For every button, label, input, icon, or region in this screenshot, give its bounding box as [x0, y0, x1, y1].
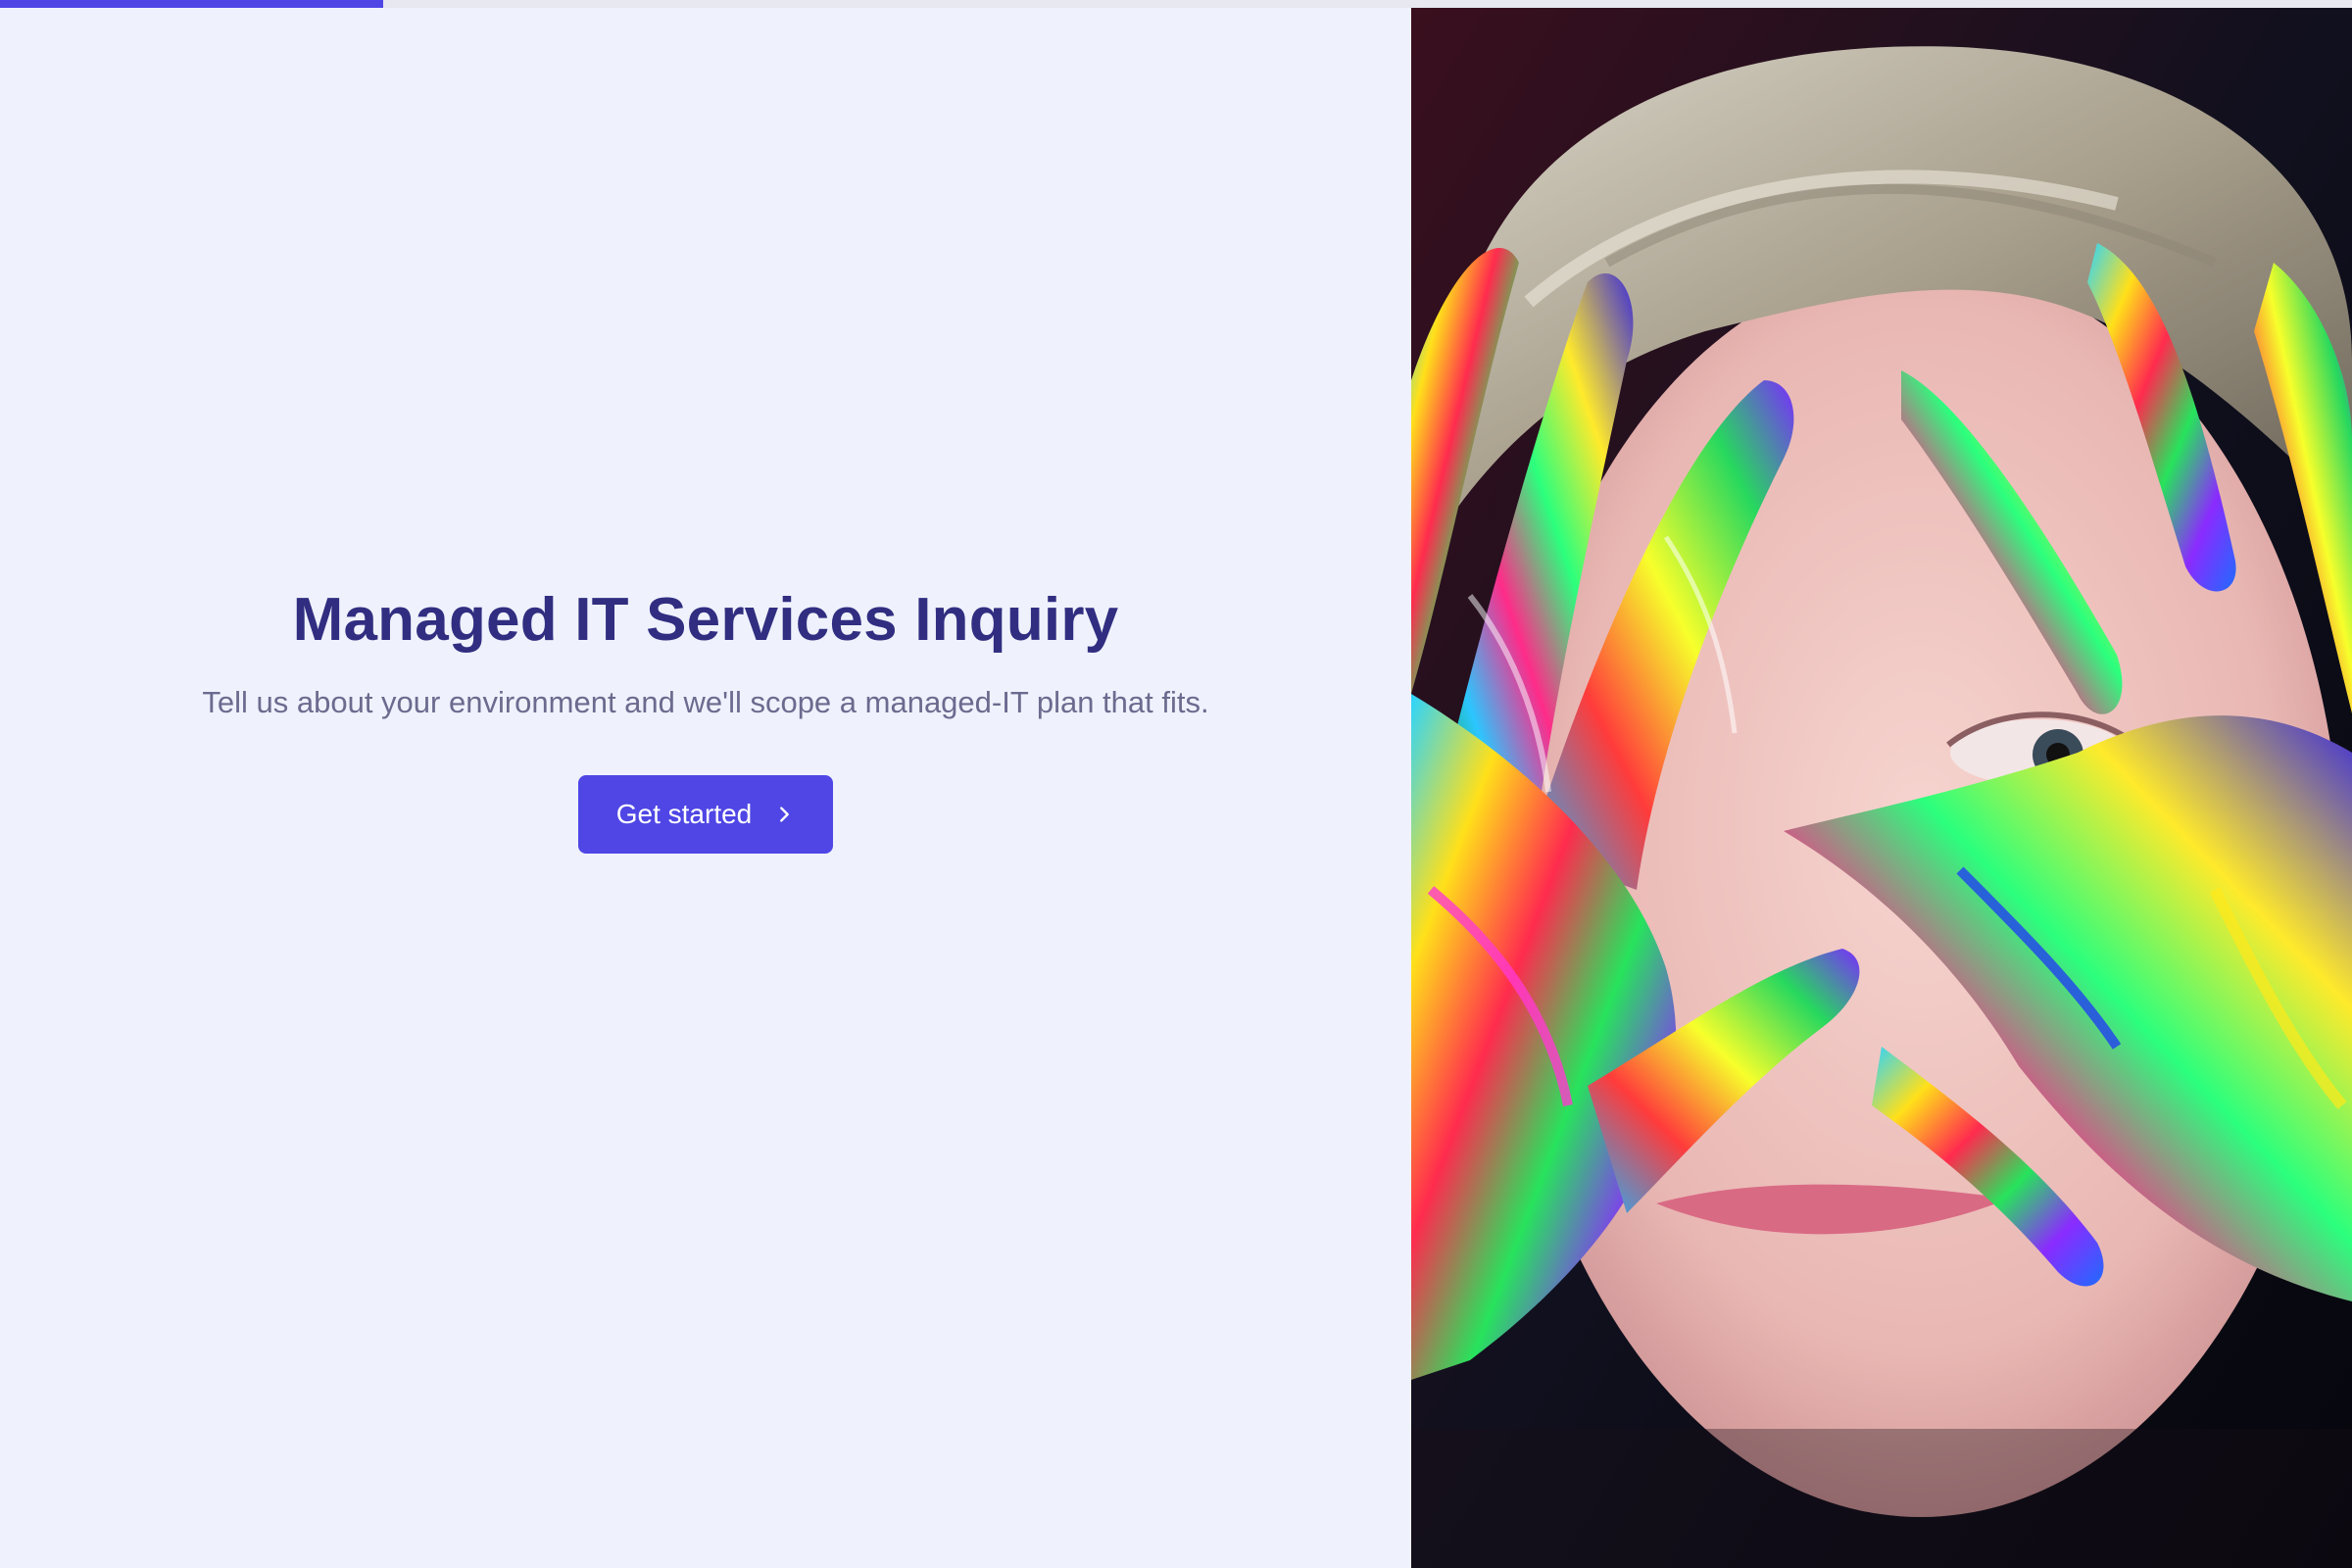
- progress-bar: [0, 0, 2352, 8]
- page-title: Managed IT Services Inquiry: [292, 586, 1119, 655]
- intro-content: Managed IT Services Inquiry Tell us abou…: [202, 585, 1209, 854]
- intro-panel: Managed IT Services Inquiry Tell us abou…: [0, 8, 1411, 1568]
- hero-photo: [1411, 8, 2352, 1568]
- page-subtitle: Tell us about your environment and we'll…: [202, 684, 1209, 719]
- chevron-right-icon: [773, 804, 795, 825]
- get-started-button[interactable]: Get started: [578, 774, 833, 854]
- progress-bar-fill: [0, 0, 384, 8]
- get-started-label: Get started: [615, 798, 753, 829]
- hero-image-panel: [1411, 8, 2352, 1568]
